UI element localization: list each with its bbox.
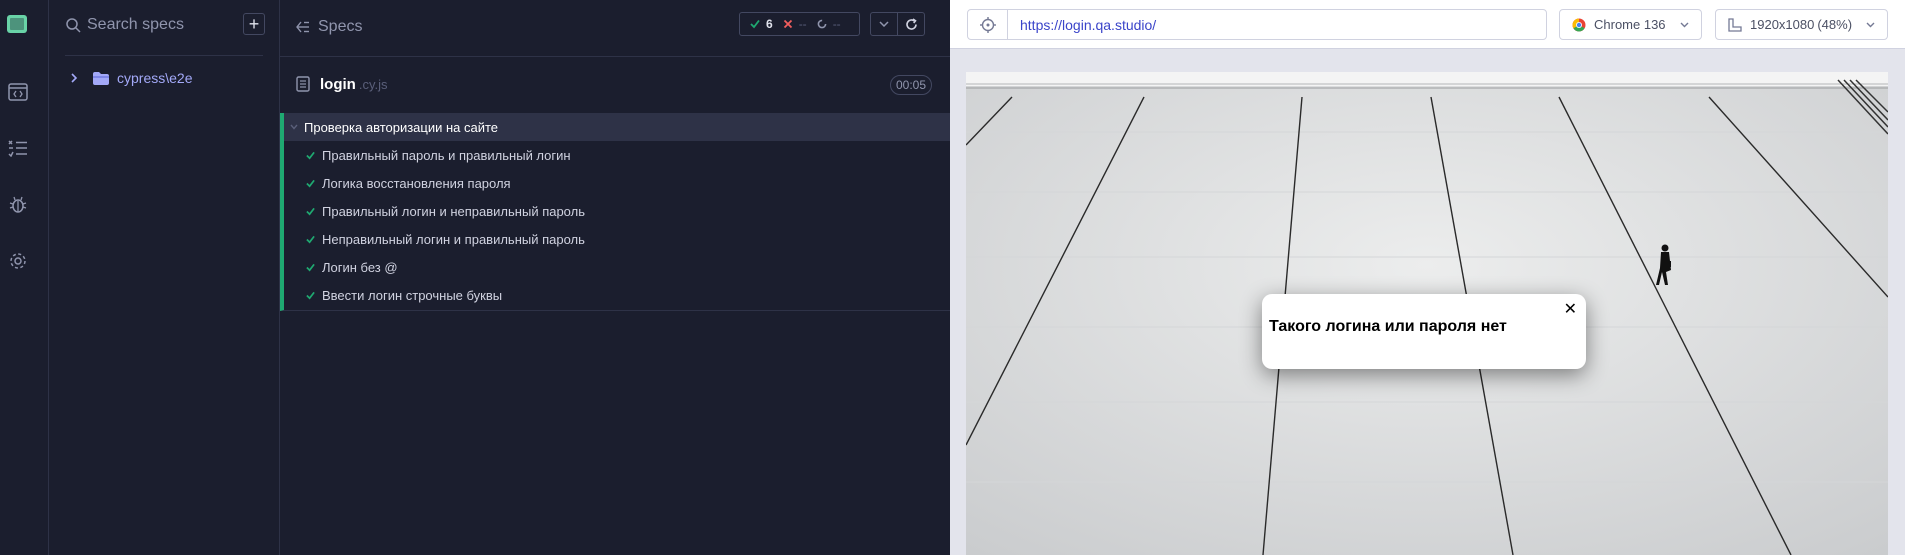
error-message: Такого логина или пароля нет (1269, 318, 1507, 335)
test-title: Ввести логин строчные буквы (322, 287, 503, 303)
url-bar[interactable]: https://login.qa.studio/ (1007, 9, 1547, 40)
rerun-button[interactable] (897, 12, 925, 36)
arrow-left-list-icon (296, 21, 309, 33)
error-popup: Такого логина или пароля нет ✕ (1262, 294, 1586, 369)
check-icon (306, 179, 315, 187)
check-icon (306, 207, 315, 215)
browser-selector[interactable]: Chrome 136 (1559, 9, 1702, 40)
browser-name: Chrome 136 (1594, 17, 1666, 32)
reporter-panel: Specs 6 -- -- login .cy.js 00:05 Проверк… (280, 0, 950, 555)
cypress-app: Search specs + cypress\e2e Specs 6 -- --… (0, 0, 1905, 555)
cross-icon (783, 19, 792, 29)
folder-row[interactable]: cypress\e2e (69, 70, 192, 86)
chevron-down-icon (1866, 22, 1875, 28)
chevron-down-icon (1680, 22, 1689, 28)
back-to-specs[interactable]: Specs (296, 18, 362, 36)
chevron-right-icon (71, 73, 78, 83)
test-stats: 6 -- -- (739, 12, 860, 36)
spec-name: login .cy.js (320, 76, 387, 93)
chevron-down-icon (879, 21, 889, 27)
specs-nav-icon[interactable] (6, 80, 30, 104)
crosshair-icon (979, 16, 996, 33)
debug-bug-icon[interactable] (6, 193, 30, 217)
test-title: Правильный пароль и правильный логин (322, 147, 571, 163)
viewport-selector[interactable]: 1920x1080 (48%) (1715, 9, 1888, 40)
nav-rail (0, 0, 49, 555)
spec-ext: .cy.js (358, 77, 388, 92)
reporter-header: Specs 6 -- -- (280, 0, 950, 57)
check-icon (306, 235, 315, 243)
pending-count: -- (817, 17, 841, 31)
search-input[interactable]: Search specs (87, 16, 184, 34)
cypress-logo-icon[interactable] (6, 12, 28, 36)
runs-nav-icon[interactable] (6, 136, 30, 160)
check-icon (306, 291, 315, 299)
reporter-title: Specs (318, 18, 363, 35)
test-title: Правильный логин и неправильный пароль (322, 203, 585, 219)
test-row[interactable]: Неправильный логин и правильный пароль (284, 225, 950, 253)
viewport-zoom: (48%) (1817, 17, 1853, 32)
search-icon (66, 18, 81, 33)
document-icon (296, 76, 310, 92)
test-row[interactable]: Правильный пароль и правильный логин (284, 141, 950, 169)
ruler-icon (1728, 17, 1742, 32)
check-icon (750, 19, 760, 29)
test-row[interactable]: Логика восстановления пароля (284, 169, 950, 197)
spinner-icon (817, 19, 827, 29)
folder-label: cypress\e2e (117, 70, 193, 86)
spec-search: Search specs + (65, 10, 265, 40)
suite-title: Проверка авторизации на сайте (304, 119, 499, 135)
close-popup-button[interactable]: ✕ (1564, 299, 1577, 319)
specs-panel: Search specs + cypress\e2e (49, 0, 280, 555)
failed-value: -- (798, 17, 807, 31)
app-under-test: Такого логина или пароля нет ✕ (966, 72, 1888, 555)
test-row[interactable]: Ввести логин строчные буквы (284, 281, 950, 309)
add-spec-button[interactable]: + (243, 13, 265, 35)
pending-value: -- (832, 17, 841, 31)
test-row[interactable]: Правильный логин и неправильный пароль (284, 197, 950, 225)
test-suite: Проверка авторизации на сайте Правильный… (280, 113, 950, 311)
browser-preview: https://login.qa.studio/ Chrome 136 1920… (950, 0, 1905, 555)
spec-file-row: login .cy.js 00:05 (280, 57, 950, 113)
spec-duration: 00:05 (889, 75, 932, 95)
test-row[interactable]: Логин без @ (284, 253, 950, 281)
folder-icon (93, 71, 109, 85)
passed-value: 6 (766, 17, 773, 31)
test-title: Логика восстановления пароля (322, 175, 511, 191)
expand-collapse-button[interactable] (870, 12, 898, 36)
refresh-icon (905, 17, 917, 30)
check-icon (306, 151, 315, 159)
passed-count: 6 (750, 17, 773, 31)
selector-playground-button[interactable] (967, 9, 1008, 40)
chrome-icon (1572, 18, 1586, 31)
viewport-size: 1920x1080 (1750, 17, 1815, 32)
settings-gear-icon[interactable] (6, 249, 30, 273)
check-icon (306, 263, 315, 271)
browser-toolbar: https://login.qa.studio/ Chrome 136 1920… (950, 0, 1905, 49)
spec-name-text: login (320, 76, 356, 93)
test-title: Логин без @ (322, 259, 398, 275)
test-title: Неправильный логин и правильный пароль (322, 231, 585, 247)
divider (65, 55, 263, 56)
suite-title-row[interactable]: Проверка авторизации на сайте (284, 113, 950, 141)
chevron-down-icon (290, 124, 298, 130)
failed-count: -- (783, 17, 807, 31)
